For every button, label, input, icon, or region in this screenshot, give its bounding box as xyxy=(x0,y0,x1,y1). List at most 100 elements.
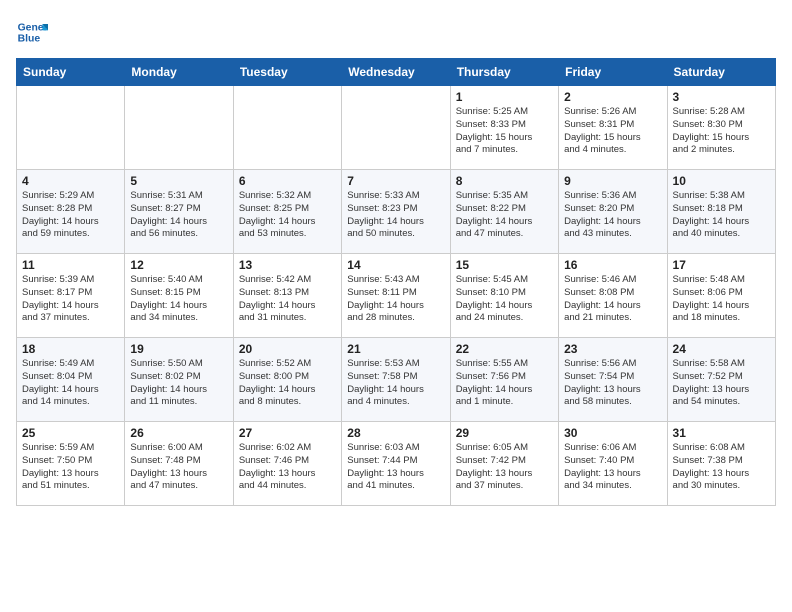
day-info: Sunrise: 6:06 AM Sunset: 7:40 PM Dayligh… xyxy=(564,442,661,493)
day-number: 12 xyxy=(130,258,227,272)
calendar-day-cell: 7 Sunrise: 5:33 AM Sunset: 8:23 PM Daylig… xyxy=(342,170,450,254)
day-number: 21 xyxy=(347,342,444,356)
day-info: Sunrise: 5:28 AM Sunset: 8:30 PM Dayligh… xyxy=(673,106,770,157)
calendar-day-cell: 21 Sunrise: 5:53 AM Sunset: 7:58 PM Dayli… xyxy=(342,338,450,422)
day-info: Sunrise: 6:03 AM Sunset: 7:44 PM Dayligh… xyxy=(347,442,444,493)
day-of-week-header: Thursday xyxy=(450,59,558,86)
day-of-week-header: Tuesday xyxy=(233,59,341,86)
day-of-week-header: Sunday xyxy=(17,59,125,86)
day-of-week-header: Wednesday xyxy=(342,59,450,86)
calendar-day-cell: 11 Sunrise: 5:39 AM Sunset: 8:17 PM Dayli… xyxy=(17,254,125,338)
day-info: Sunrise: 5:48 AM Sunset: 8:06 PM Dayligh… xyxy=(673,274,770,325)
calendar-day-cell: 2Sunrise: 5:26 AM Sunset: 8:31 PM Daylig… xyxy=(559,86,667,170)
day-info: Sunrise: 5:35 AM Sunset: 8:22 PM Dayligh… xyxy=(456,190,553,241)
day-info: Sunrise: 5:36 AM Sunset: 8:20 PM Dayligh… xyxy=(564,190,661,241)
day-number: 29 xyxy=(456,426,553,440)
day-of-week-header: Monday xyxy=(125,59,233,86)
day-number: 20 xyxy=(239,342,336,356)
calendar-day-cell: 23 Sunrise: 5:56 AM Sunset: 7:54 PM Dayli… xyxy=(559,338,667,422)
calendar-day-cell: 6 Sunrise: 5:32 AM Sunset: 8:25 PM Daylig… xyxy=(233,170,341,254)
calendar-day-cell: 27 Sunrise: 6:02 AM Sunset: 7:46 PM Dayli… xyxy=(233,422,341,506)
day-info: Sunrise: 6:00 AM Sunset: 7:48 PM Dayligh… xyxy=(130,442,227,493)
calendar-body: 1 Sunrise: 5:25 AM Sunset: 8:33 PM Daylig… xyxy=(17,86,776,506)
calendar-day-cell: 3 Sunrise: 5:28 AM Sunset: 8:30 PM Daylig… xyxy=(667,86,775,170)
calendar-day-cell: 5 Sunrise: 5:31 AM Sunset: 8:27 PM Daylig… xyxy=(125,170,233,254)
day-number: 28 xyxy=(347,426,444,440)
calendar-day-cell: 14Sunrise: 5:43 AM Sunset: 8:11 PM Dayli… xyxy=(342,254,450,338)
calendar-day-cell xyxy=(233,86,341,170)
day-number: 10 xyxy=(673,174,770,188)
day-info: Sunrise: 5:52 AM Sunset: 8:00 PM Dayligh… xyxy=(239,358,336,409)
calendar-day-cell: 12 Sunrise: 5:40 AM Sunset: 8:15 PM Dayli… xyxy=(125,254,233,338)
calendar-day-cell xyxy=(17,86,125,170)
day-info: Sunrise: 5:39 AM Sunset: 8:17 PM Dayligh… xyxy=(22,274,119,325)
day-of-week-header: Saturday xyxy=(667,59,775,86)
day-info: Sunrise: 5:55 AM Sunset: 7:56 PM Dayligh… xyxy=(456,358,553,409)
calendar-day-cell: 1 Sunrise: 5:25 AM Sunset: 8:33 PM Daylig… xyxy=(450,86,558,170)
day-number: 17 xyxy=(673,258,770,272)
day-info: Sunrise: 5:42 AM Sunset: 8:13 PM Dayligh… xyxy=(239,274,336,325)
day-info: Sunrise: 5:33 AM Sunset: 8:23 PM Dayligh… xyxy=(347,190,444,241)
calendar-week-row: 11 Sunrise: 5:39 AM Sunset: 8:17 PM Dayli… xyxy=(17,254,776,338)
calendar-day-cell: 17 Sunrise: 5:48 AM Sunset: 8:06 PM Dayli… xyxy=(667,254,775,338)
day-number: 1 xyxy=(456,90,553,104)
day-info: Sunrise: 5:40 AM Sunset: 8:15 PM Dayligh… xyxy=(130,274,227,325)
day-number: 16 xyxy=(564,258,661,272)
calendar-week-row: 4 Sunrise: 5:29 AM Sunset: 8:28 PM Daylig… xyxy=(17,170,776,254)
day-number: 23 xyxy=(564,342,661,356)
day-of-week-header: Friday xyxy=(559,59,667,86)
calendar-day-cell: 29 Sunrise: 6:05 AM Sunset: 7:42 PM Dayli… xyxy=(450,422,558,506)
calendar-day-cell: 4 Sunrise: 5:29 AM Sunset: 8:28 PM Daylig… xyxy=(17,170,125,254)
day-number: 19 xyxy=(130,342,227,356)
logo: General Blue xyxy=(16,16,48,48)
day-info: Sunrise: 5:29 AM Sunset: 8:28 PM Dayligh… xyxy=(22,190,119,241)
day-number: 9 xyxy=(564,174,661,188)
calendar-day-cell xyxy=(125,86,233,170)
calendar-day-cell: 13Sunrise: 5:42 AM Sunset: 8:13 PM Dayli… xyxy=(233,254,341,338)
calendar-day-cell: 20 Sunrise: 5:52 AM Sunset: 8:00 PM Dayli… xyxy=(233,338,341,422)
day-number: 30 xyxy=(564,426,661,440)
day-info: Sunrise: 6:05 AM Sunset: 7:42 PM Dayligh… xyxy=(456,442,553,493)
calendar-day-cell: 9 Sunrise: 5:36 AM Sunset: 8:20 PM Daylig… xyxy=(559,170,667,254)
calendar-day-cell: 19 Sunrise: 5:50 AM Sunset: 8:02 PM Dayli… xyxy=(125,338,233,422)
logo-icon: General Blue xyxy=(16,16,48,48)
day-number: 22 xyxy=(456,342,553,356)
calendar-header-row: SundayMondayTuesdayWednesdayThursdayFrid… xyxy=(17,59,776,86)
calendar-week-row: 25Sunrise: 5:59 AM Sunset: 7:50 PM Dayli… xyxy=(17,422,776,506)
day-number: 7 xyxy=(347,174,444,188)
day-info: Sunrise: 5:46 AM Sunset: 8:08 PM Dayligh… xyxy=(564,274,661,325)
day-number: 5 xyxy=(130,174,227,188)
day-info: Sunrise: 5:25 AM Sunset: 8:33 PM Dayligh… xyxy=(456,106,553,157)
day-info: Sunrise: 5:59 AM Sunset: 7:50 PM Dayligh… xyxy=(22,442,119,493)
day-info: Sunrise: 6:02 AM Sunset: 7:46 PM Dayligh… xyxy=(239,442,336,493)
day-number: 27 xyxy=(239,426,336,440)
calendar-week-row: 18Sunrise: 5:49 AM Sunset: 8:04 PM Dayli… xyxy=(17,338,776,422)
day-info: Sunrise: 6:08 AM Sunset: 7:38 PM Dayligh… xyxy=(673,442,770,493)
calendar-day-cell: 30 Sunrise: 6:06 AM Sunset: 7:40 PM Dayli… xyxy=(559,422,667,506)
calendar-day-cell: 16 Sunrise: 5:46 AM Sunset: 8:08 PM Dayli… xyxy=(559,254,667,338)
day-number: 4 xyxy=(22,174,119,188)
day-number: 3 xyxy=(673,90,770,104)
day-number: 15 xyxy=(456,258,553,272)
day-info: Sunrise: 5:32 AM Sunset: 8:25 PM Dayligh… xyxy=(239,190,336,241)
page-header: General Blue xyxy=(16,16,776,48)
day-number: 2 xyxy=(564,90,661,104)
calendar-day-cell: 10Sunrise: 5:38 AM Sunset: 8:18 PM Dayli… xyxy=(667,170,775,254)
calendar-day-cell: 15 Sunrise: 5:45 AM Sunset: 8:10 PM Dayli… xyxy=(450,254,558,338)
day-info: Sunrise: 5:43 AM Sunset: 8:11 PM Dayligh… xyxy=(347,274,444,325)
day-info: Sunrise: 5:53 AM Sunset: 7:58 PM Dayligh… xyxy=(347,358,444,409)
day-info: Sunrise: 5:58 AM Sunset: 7:52 PM Dayligh… xyxy=(673,358,770,409)
day-number: 6 xyxy=(239,174,336,188)
calendar-day-cell: 28 Sunrise: 6:03 AM Sunset: 7:44 PM Dayli… xyxy=(342,422,450,506)
calendar-day-cell: 24Sunrise: 5:58 AM Sunset: 7:52 PM Dayli… xyxy=(667,338,775,422)
day-number: 18 xyxy=(22,342,119,356)
day-number: 11 xyxy=(22,258,119,272)
day-info: Sunrise: 5:56 AM Sunset: 7:54 PM Dayligh… xyxy=(564,358,661,409)
calendar-day-cell: 18Sunrise: 5:49 AM Sunset: 8:04 PM Dayli… xyxy=(17,338,125,422)
calendar-day-cell: 31Sunrise: 6:08 AM Sunset: 7:38 PM Dayli… xyxy=(667,422,775,506)
day-info: Sunrise: 5:31 AM Sunset: 8:27 PM Dayligh… xyxy=(130,190,227,241)
day-number: 8 xyxy=(456,174,553,188)
day-info: Sunrise: 5:50 AM Sunset: 8:02 PM Dayligh… xyxy=(130,358,227,409)
day-info: Sunrise: 5:45 AM Sunset: 8:10 PM Dayligh… xyxy=(456,274,553,325)
calendar-day-cell: 22 Sunrise: 5:55 AM Sunset: 7:56 PM Dayli… xyxy=(450,338,558,422)
